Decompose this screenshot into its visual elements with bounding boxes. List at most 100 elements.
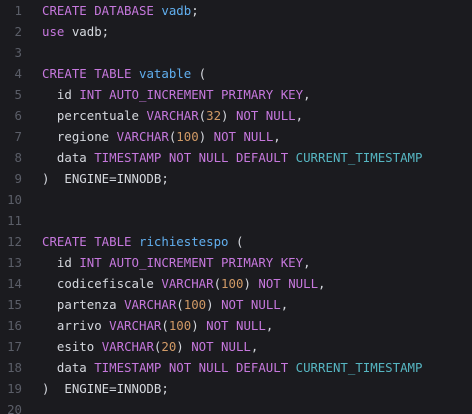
code-text: CREATE TABLE richiestespo (	[42, 231, 243, 252]
code-token: INT AUTO_INCREMENT PRIMARY KEY	[79, 87, 304, 102]
code-text: id INT AUTO_INCREMENT PRIMARY KEY,	[42, 252, 311, 273]
code-line[interactable]: 19 ) ENGINE=INNODB;	[0, 378, 472, 399]
line-number: 1	[14, 3, 22, 18]
code-token: ,	[318, 276, 326, 291]
code-line[interactable]: 13 id INT AUTO_INCREMENT PRIMARY KEY,	[0, 252, 472, 273]
code-token: data	[42, 150, 95, 165]
code-text: percentuale VARCHAR(32) NOT NULL,	[42, 105, 303, 126]
code-token: NOT NULL	[213, 129, 274, 144]
code-line[interactable]: 12 CREATE TABLE richiestespo (	[0, 231, 472, 252]
code-text: ) ENGINE=INNODB;	[42, 378, 169, 399]
code-token: codicefiscale	[42, 276, 162, 291]
code-token: partenza	[42, 297, 125, 312]
code-token: ,	[303, 87, 311, 102]
line-number: 8	[14, 150, 22, 165]
code-token: )	[198, 129, 214, 144]
code-text: ) ENGINE=INNODB;	[42, 168, 169, 189]
line-number: 4	[14, 66, 22, 81]
code-token: 100	[176, 129, 199, 144]
line-number: 17	[7, 339, 22, 354]
code-token: 32	[206, 108, 222, 123]
code-token: ,	[295, 108, 304, 123]
code-text: CREATE DATABASE vadb;	[42, 0, 199, 21]
code-token: TIMESTAMP NOT NULL DEFAULT	[94, 360, 296, 375]
code-token: NOT NULL	[191, 339, 251, 354]
code-token: (	[228, 234, 244, 249]
code-text: partenza VARCHAR(100) NOT NULL,	[42, 294, 288, 315]
code-text: regione VARCHAR(100) NOT NULL,	[42, 126, 281, 147]
code-token: (	[191, 66, 207, 81]
line-number: 12	[7, 234, 22, 249]
line-number: 20	[7, 402, 22, 414]
code-token: id	[42, 87, 80, 102]
code-token: NOT NULL	[235, 108, 296, 123]
code-line[interactable]: 11	[0, 210, 472, 231]
code-token: 20	[161, 339, 177, 354]
code-token: data	[42, 360, 95, 375]
code-line[interactable]: 18 data TIMESTAMP NOT NULL DEFAULT CURRE…	[0, 357, 472, 378]
code-text: esito VARCHAR(20) NOT NULL,	[42, 336, 258, 357]
line-number: 5	[14, 87, 22, 102]
code-token: ,	[280, 297, 289, 312]
code-line[interactable]: 14 codicefiscale VARCHAR(100) NOT NULL,	[0, 273, 472, 294]
code-line[interactable]: 7 regione VARCHAR(100) NOT NULL,	[0, 126, 472, 147]
code-token: (	[176, 297, 184, 312]
code-text: CREATE TABLE vatable (	[42, 63, 206, 84]
code-line[interactable]: 5 id INT AUTO_INCREMENT PRIMARY KEY,	[0, 84, 472, 105]
line-number: 9	[14, 171, 22, 186]
code-editor[interactable]: 1 CREATE DATABASE vadb; 2 use vadb; 3 4 CREATE…	[0, 0, 472, 414]
line-number: 14	[7, 276, 22, 291]
line-number: 6	[14, 108, 22, 123]
code-line[interactable]: 4 CREATE TABLE vatable (	[0, 63, 472, 84]
code-line[interactable]: 2 use vadb;	[0, 21, 472, 42]
code-token: esito	[42, 339, 102, 354]
code-token: CURRENT_TIMESTAMP	[295, 150, 423, 165]
line-number: 18	[7, 360, 22, 375]
code-token: CREATE TABLE	[42, 234, 139, 249]
code-token: VARCHAR	[116, 129, 169, 144]
code-token: ,	[273, 129, 281, 144]
code-line[interactable]: 9 ) ENGINE=INNODB;	[0, 168, 472, 189]
code-line[interactable]: 10	[0, 189, 472, 210]
code-token: vadb;	[71, 24, 110, 39]
line-number: 10	[7, 192, 22, 207]
code-token: ,	[303, 255, 311, 270]
code-token: )	[191, 318, 207, 333]
code-text: data TIMESTAMP NOT NULL DEFAULT CURRENT_…	[42, 147, 423, 168]
code-token: )	[206, 297, 222, 312]
code-token: id	[42, 255, 80, 270]
code-token: arrivo	[42, 318, 110, 333]
code-token: use	[42, 24, 72, 39]
code-token: regione	[42, 129, 117, 144]
code-line[interactable]: 17 esito VARCHAR(20) NOT NULL,	[0, 336, 472, 357]
line-number: 7	[14, 129, 22, 144]
code-token: VARCHAR	[124, 297, 177, 312]
code-line[interactable]: 15 partenza VARCHAR(100) NOT NULL,	[0, 294, 472, 315]
code-token: (	[213, 276, 222, 291]
line-number: 19	[7, 381, 22, 396]
code-token: ) ENGINE=INNODB;	[42, 381, 169, 396]
code-token: CREATE TABLE	[42, 66, 139, 81]
code-token: vadb	[161, 3, 192, 18]
code-token: 100	[168, 318, 192, 333]
code-token: (	[161, 318, 169, 333]
line-number: 16	[7, 318, 22, 333]
line-number: 11	[7, 213, 22, 228]
code-text: data TIMESTAMP NOT NULL DEFAULT CURRENT_…	[42, 357, 423, 378]
code-token: ,	[265, 318, 274, 333]
code-token: NOT NULL	[206, 318, 266, 333]
code-token: NOT NULL	[221, 297, 281, 312]
code-text: codicefiscale VARCHAR(100) NOT NULL,	[42, 273, 326, 294]
code-token: VARCHAR	[146, 108, 199, 123]
code-token: 100	[221, 276, 244, 291]
code-line[interactable]: 6 percentuale VARCHAR(32) NOT NULL,	[0, 105, 472, 126]
code-line[interactable]: 8 data TIMESTAMP NOT NULL DEFAULT CURREN…	[0, 147, 472, 168]
code-token: VARCHAR	[161, 276, 214, 291]
code-line[interactable]: 1 CREATE DATABASE vadb;	[0, 0, 472, 21]
code-line[interactable]: 20	[0, 399, 472, 414]
code-token: VARCHAR	[109, 318, 162, 333]
code-token: )	[176, 339, 192, 354]
code-line[interactable]: 3	[0, 42, 472, 63]
code-line[interactable]: 16 arrivo VARCHAR(100) NOT NULL,	[0, 315, 472, 336]
code-token: ;	[191, 3, 199, 18]
